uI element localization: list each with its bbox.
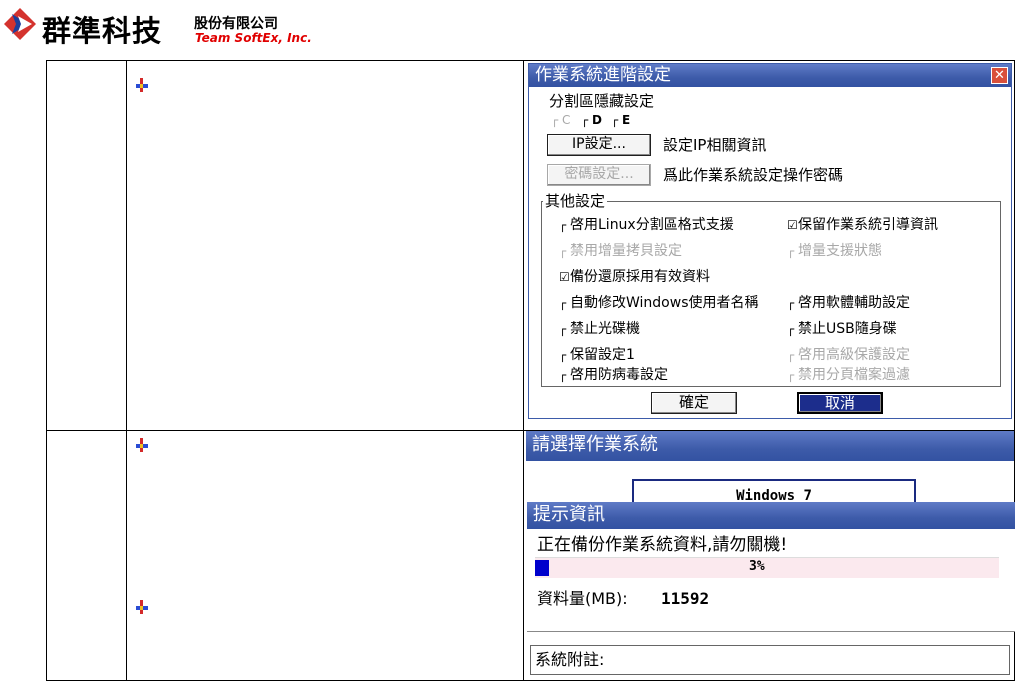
disable-incremental-copy-checkbox[interactable]: ┌ 禁用增量拷貝設定	[559, 242, 682, 260]
software-assist-checkbox[interactable]: ┌ 啓用軟體輔助設定	[787, 294, 910, 312]
ok-button[interactable]: 確定	[651, 392, 737, 414]
close-button[interactable]: ✕	[991, 67, 1008, 84]
checkbox-icon: ┌	[559, 368, 567, 382]
data-size-label: 資料量(MB):	[537, 589, 628, 608]
company-logo-icon	[4, 8, 36, 40]
checkbox-icon: ┌	[787, 296, 795, 310]
disable-cdrom-checkbox[interactable]: ┌ 禁止光碟機	[559, 320, 640, 338]
password-settings-desc: 爲此作業系統設定操作密碼	[663, 166, 844, 184]
progress-title: 提示資訊	[533, 504, 605, 525]
checkbox-icon: ┌	[559, 218, 567, 232]
progress-percent: 3%	[749, 559, 765, 574]
progress-bar: 3%	[535, 557, 999, 578]
data-size-value: 11592	[661, 589, 710, 608]
cancel-button[interactable]: 取消	[797, 392, 883, 414]
bullet-icon	[136, 78, 148, 92]
partition-e-checkbox[interactable]: ┌ E	[611, 111, 630, 129]
partition-hide-label: 分割區隱藏設定	[549, 92, 655, 110]
bullet-icon	[136, 438, 148, 452]
company-english-name: Team SoftEx, Inc.	[195, 31, 312, 45]
valid-data-backup-checkbox[interactable]: ☑備份還原採用有效資料	[559, 268, 710, 286]
checkbox-icon: ┌	[611, 113, 619, 127]
ip-settings-desc: 設定IP相關資訊	[663, 136, 767, 154]
checkbox-icon: ┌	[551, 113, 559, 127]
system-notes-label: 系統附註:	[535, 650, 605, 669]
checkbox-icon: ┌	[559, 348, 567, 362]
dialog-titlebar: 作業系統進階設定	[529, 64, 1011, 87]
disable-pagefile-filter-checkbox[interactable]: ┌ 禁用分頁檔案過濾	[787, 366, 910, 384]
advanced-protection-checkbox[interactable]: ┌ 啓用高級保護設定	[787, 346, 910, 364]
disable-usb-checkbox[interactable]: ┌ 禁止USB隨身碟	[787, 320, 897, 338]
system-notes-box[interactable]: 系統附註:	[530, 645, 1010, 675]
checkbox-icon: ┌	[559, 322, 567, 336]
os-select-titlebar: 請選擇作業系統	[526, 431, 1014, 461]
linux-support-checkbox[interactable]: ┌ 啓用Linux分割區格式支援	[559, 216, 734, 234]
checkbox-icon: ┌	[787, 244, 795, 258]
auto-rename-windows-user-checkbox[interactable]: ┌ 自動修改Windows使用者名稱	[559, 294, 759, 312]
progress-message: 正在備份作業系統資料,請勿關機!	[537, 535, 788, 555]
advanced-settings-dialog: 作業系統進階設定 ✕ 分割區隱藏設定 ┌ C ┌ D ┌ E IP設定... 設定IP…	[528, 63, 1012, 419]
os-select-title: 請選擇作業系統	[532, 434, 658, 455]
incremental-status-checkbox[interactable]: ┌ 增量支援狀態	[787, 242, 882, 260]
checkbox-icon: ┌	[787, 322, 795, 336]
checkbox-checked-icon: ☑	[787, 218, 798, 232]
company-suffix: 股份有限公司	[194, 16, 278, 32]
checkbox-checked-icon: ☑	[559, 270, 570, 284]
checkbox-icon: ┌	[581, 113, 589, 127]
checkbox-icon: ┌	[787, 368, 795, 382]
antivirus-checkbox[interactable]: ┌ 啓用防病毒設定	[559, 366, 668, 384]
other-settings-label: 其他設定	[543, 192, 608, 210]
checkbox-icon: ┌	[787, 348, 795, 362]
checkbox-icon: ┌	[559, 244, 567, 258]
close-icon: ✕	[994, 68, 1005, 83]
progress-fill	[535, 560, 549, 576]
progress-dialog: 提示資訊 正在備份作業系統資料,請勿關機! 3% 資料量(MB): 11592	[527, 502, 1015, 632]
partition-d-checkbox[interactable]: ┌ D	[581, 111, 602, 129]
partition-c-checkbox[interactable]: ┌ C	[551, 111, 570, 129]
password-settings-button[interactable]: 密碼設定...	[547, 164, 651, 186]
reserved-setting-checkbox[interactable]: ┌ 保留設定1	[559, 346, 635, 364]
bullet-icon	[136, 600, 148, 614]
progress-titlebar: 提示資訊	[527, 502, 1015, 529]
company-name: 群準科技	[42, 14, 163, 48]
checkbox-icon: ┌	[559, 296, 567, 310]
keep-boot-info-checkbox[interactable]: ☑保留作業系統引導資訊	[787, 216, 938, 234]
ip-settings-button[interactable]: IP設定...	[547, 134, 651, 156]
dialog-title: 作業系統進階設定	[535, 65, 671, 85]
